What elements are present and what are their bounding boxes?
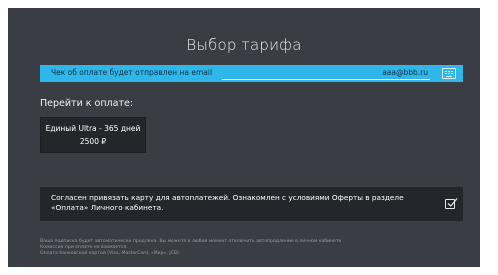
consent-text: Согласен привязать карту для автоплатеже… — [51, 193, 404, 212]
email-bar: Чек об оплате будет отправлен на email — [40, 65, 463, 82]
consent-checkbox-row[interactable]: Согласен привязать карту для автоплатеже… — [40, 187, 463, 221]
page-title: Выбор тарифа — [186, 36, 302, 54]
plan-card-ultra-365[interactable]: Единый Ultra - 365 дней 2500 ₽ — [40, 117, 146, 153]
keyboard-icon[interactable] — [442, 68, 456, 79]
email-input[interactable] — [222, 66, 430, 80]
plan-price: 2500 ₽ — [79, 137, 107, 146]
payment-heading: Перейти к оплате: — [40, 98, 134, 109]
checkbox-checked-icon[interactable] — [445, 198, 458, 209]
tariff-screen: Выбор тарифа Чек об оплате будет отправл… — [8, 8, 480, 267]
email-label: Чек об оплате будет отправлен на email — [51, 68, 213, 77]
plan-name: Единый Ultra - 365 дней — [45, 124, 141, 133]
footnote-line: Оплата банковской картой (Visa, MasterCa… — [40, 251, 179, 256]
footnote: Ваша подписка будет автоматически продле… — [40, 239, 460, 257]
